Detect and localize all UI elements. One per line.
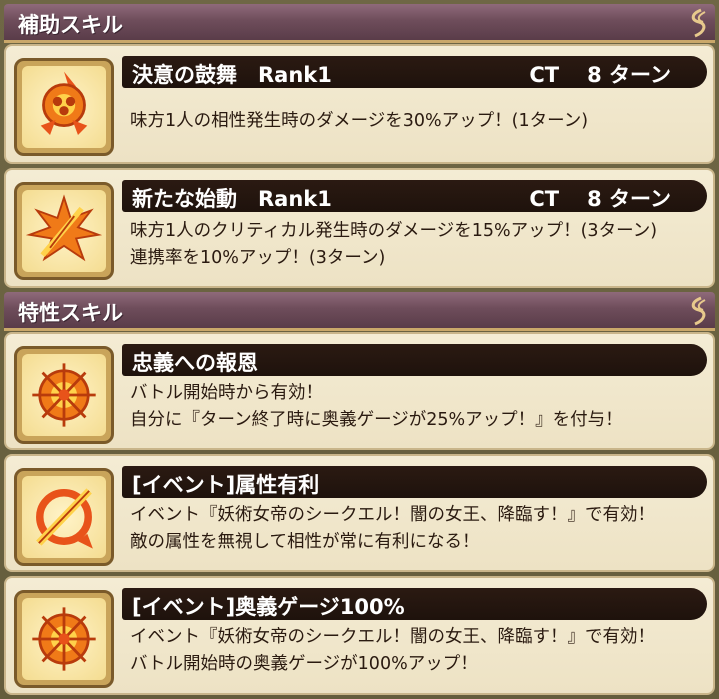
skill-card[interactable]: [イベント]奥義ゲージ100% イベント『妖術女帝のシークエル！闇の女王、降臨す… [4,576,715,695]
scroll-ornament-icon [691,8,706,38]
skill-name-bar: 新たな始動 Rank1 CT 8 ターン [122,180,707,212]
description-line: 味方1人のクリティカル発生時のダメージを15%アップ！(3ターン) [130,221,658,241]
section-header-passive: 特性スキル [4,292,715,331]
description-line: 敵の属性を無視して相性が常に有利になる！ [130,532,480,552]
skill-icon-frame [14,346,114,444]
skill-name: 決意の鼓舞 Rank1 [132,63,332,87]
skill-description: バトル開始時から有効！ 自分に『ターン終了時に奥義ゲージが25%アップ！』を付与… [130,380,707,434]
skill-icon-frame [14,590,114,688]
skill-description: イベント『妖術女帝のシークエル！闇の女王、降臨す！』で有効！ 敵の属性を無視して… [130,502,707,556]
skill-icon-frame [14,182,114,280]
skill-description: 味方1人のクリティカル発生時のダメージを15%アップ！(3ターン) 連携率を10… [130,218,707,272]
skill-name-bar: 決意の鼓舞 Rank1 CT 8 ターン [122,56,707,88]
sword-burst-icon [25,194,103,262]
scroll-ornament-icon [691,296,706,326]
skill-card[interactable]: 忠義への報恩 バトル開始時から有効！ 自分に『ターン終了時に奥義ゲージが25%ア… [4,332,715,450]
description-line: バトル開始時から有効！ [130,383,324,403]
skill-name: 忠義への報恩 [132,351,258,375]
description-line: イベント『妖術女帝のシークエル！闇の女王、降臨す！』で有効！ [130,505,655,525]
skill-icon-frame [14,468,114,566]
skill-name: [イベント]奥義ゲージ100% [132,595,405,619]
skill-description: 味方1人の相性発生時のダメージを30%アップ！(1ターン) [130,108,707,135]
cooldown: CT 8 ターン [529,183,671,213]
description-line: 味方1人の相性発生時のダメージを30%アップ！(1ターン) [130,111,589,131]
fire-sigil-icon [32,607,96,671]
fire-sigil-icon [32,363,96,427]
skill-card[interactable]: 決意の鼓舞 Rank1 CT 8 ターン 味方1人の相性発生時のダメージを30%ア… [4,44,715,164]
skill-name: [イベント]属性有利 [132,473,320,497]
description-line: バトル開始時の奥義ゲージが100%アップ！ [130,654,478,674]
flame-slash-icon [36,488,93,549]
skill-name-bar: [イベント]属性有利 [122,466,707,498]
fist-flame-icon [40,71,88,135]
cooldown: CT 8 ターン [529,59,671,89]
description-line: イベント『妖術女帝のシークエル！闇の女王、降臨す！』で有効！ [130,627,655,647]
skill-name: 新たな始動 Rank1 [132,187,332,211]
skill-panel: 補助スキル 決意の鼓舞 Rank1 CT 8 ターン 味方1人の相性発生時のダメ… [0,0,719,699]
description-line: 連携率を10%アップ！(3ターン) [130,248,386,268]
section-title: 補助スキル [18,13,123,37]
ct-value: 8 ターン [587,63,671,87]
skill-name-bar: [イベント]奥義ゲージ100% [122,588,707,620]
skill-card[interactable]: 新たな始動 Rank1 CT 8 ターン 味方1人のクリティカル発生時のダメージを… [4,168,715,288]
section-title: 特性スキル [18,301,123,325]
skill-name-bar: 忠義への報恩 [122,344,707,376]
ct-label: CT [529,187,560,211]
skill-card[interactable]: [イベント]属性有利 イベント『妖術女帝のシークエル！闇の女王、降臨す！』で有効… [4,454,715,572]
ct-value: 8 ターン [587,187,671,211]
skill-description: イベント『妖術女帝のシークエル！闇の女王、降臨す！』で有効！ バトル開始時の奥義… [130,624,707,678]
section-header-support: 補助スキル [4,4,715,43]
description-line: 自分に『ターン終了時に奥義ゲージが25%アップ！』を付与！ [130,410,623,430]
skill-icon-frame [14,58,114,156]
ct-label: CT [529,63,560,87]
